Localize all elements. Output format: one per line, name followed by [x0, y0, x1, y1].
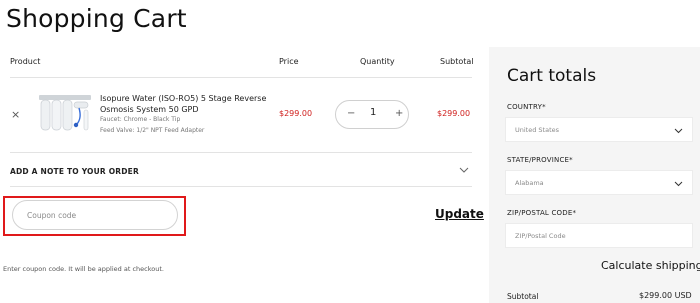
- country-label: COUNTRY*: [507, 103, 546, 111]
- calculate-shipping-button[interactable]: Calculate shipping: [601, 259, 700, 272]
- item-price: $299.00: [279, 109, 313, 118]
- chevron-down-icon: [674, 128, 683, 134]
- cart-totals-title: Cart totals: [507, 66, 597, 86]
- state-select[interactable]: Alabama: [505, 170, 693, 195]
- country-select[interactable]: United States: [505, 117, 693, 142]
- quantity-stepper: − 1 +: [335, 100, 409, 129]
- note-divider: [10, 186, 472, 187]
- zip-label: ZIP/POSTAL CODE*: [507, 209, 577, 217]
- product-thumbnail-image: [39, 95, 91, 131]
- product-name[interactable]: Isopure Water (ISO-RO5) 5 Stage Reverse …: [100, 93, 278, 115]
- cart-totals-panel: Cart totals COUNTRY* United States STATE…: [489, 47, 700, 303]
- order-note-label[interactable]: ADD A NOTE TO YOUR ORDER: [10, 167, 139, 176]
- product-option-faucet: Faucet: Chrome - Black Tip: [100, 116, 181, 123]
- column-header-subtotal: Subtotal: [440, 57, 474, 66]
- coupon-code-input[interactable]: [12, 200, 178, 230]
- state-label: STATE/PROVINCE*: [507, 156, 573, 164]
- column-header-product: Product: [10, 57, 41, 66]
- quantity-increase-button[interactable]: +: [395, 108, 403, 119]
- chevron-down-icon[interactable]: [459, 166, 469, 174]
- totals-subtotal-label: Subtotal: [507, 292, 539, 301]
- totals-subtotal-value: $299.00 USD: [639, 291, 692, 300]
- column-header-price: Price: [279, 57, 299, 66]
- state-select-value: Alabama: [515, 179, 544, 187]
- quantity-decrease-button[interactable]: −: [347, 108, 355, 119]
- column-header-quantity: Quantity: [360, 57, 395, 66]
- header-divider: [10, 77, 472, 78]
- coupon-help-text: Enter coupon code. It will be applied at…: [3, 265, 164, 273]
- remove-item-button[interactable]: ×: [11, 108, 20, 121]
- quantity-value[interactable]: 1: [370, 107, 376, 118]
- page-title: Shopping Cart: [6, 4, 187, 33]
- chevron-down-icon: [674, 181, 683, 187]
- item-subtotal: $299.00: [437, 109, 471, 118]
- country-select-value: United States: [515, 126, 560, 134]
- product-option-feed-valve: Feed Valve: 1/2" NPT Feed Adapter: [100, 127, 205, 134]
- coupon-highlight-box: [3, 196, 186, 236]
- zip-input[interactable]: [506, 224, 692, 247]
- zip-field-wrapper: [505, 223, 693, 248]
- update-cart-button[interactable]: Update: [435, 207, 484, 221]
- item-divider: [10, 152, 472, 153]
